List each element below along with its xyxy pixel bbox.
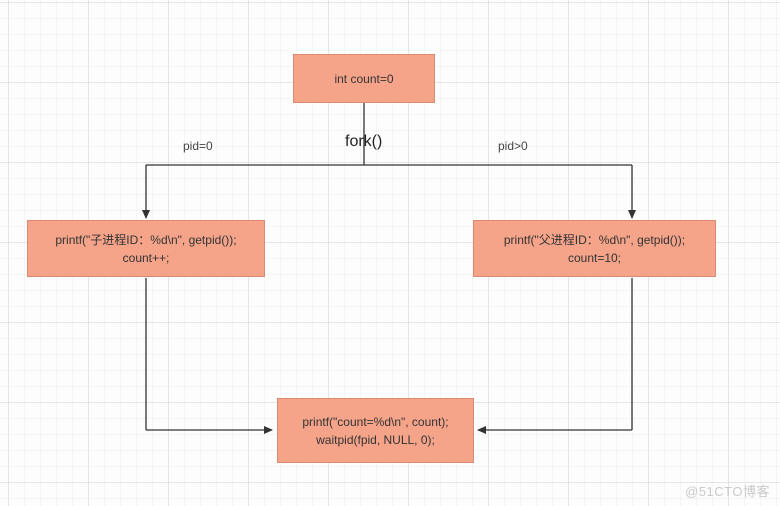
label-pid-eq-0-text: pid=0 [183, 139, 213, 153]
node-child-line1: printf("子进程ID：%d\n", getpid()); [55, 231, 236, 249]
node-child-process: printf("子进程ID：%d\n", getpid()); count++; [27, 220, 265, 277]
node-parent-process: printf("父进程ID：%d\n", getpid()); count=10… [473, 220, 716, 277]
node-merge: printf("count=%d\n", count); waitpid(fpi… [277, 398, 474, 463]
label-pid-gt-0-text: pid>0 [498, 139, 528, 153]
node-init-text: int count=0 [334, 70, 393, 88]
label-fork: fork() [345, 133, 382, 151]
label-pid-eq-0: pid=0 [183, 139, 213, 153]
node-init: int count=0 [293, 54, 435, 103]
node-merge-line2: waitpid(fpid, NULL, 0); [316, 431, 435, 449]
node-merge-line1: printf("count=%d\n", count); [302, 413, 448, 431]
node-parent-line1: printf("父进程ID：%d\n", getpid()); [504, 231, 685, 249]
label-fork-text: fork() [345, 133, 382, 150]
node-parent-line2: count=10; [568, 249, 621, 267]
watermark-text: @51CTO博客 [685, 484, 770, 499]
watermark: @51CTO博客 [685, 481, 770, 500]
node-child-line2: count++; [123, 249, 170, 267]
label-pid-gt-0: pid>0 [498, 139, 528, 153]
